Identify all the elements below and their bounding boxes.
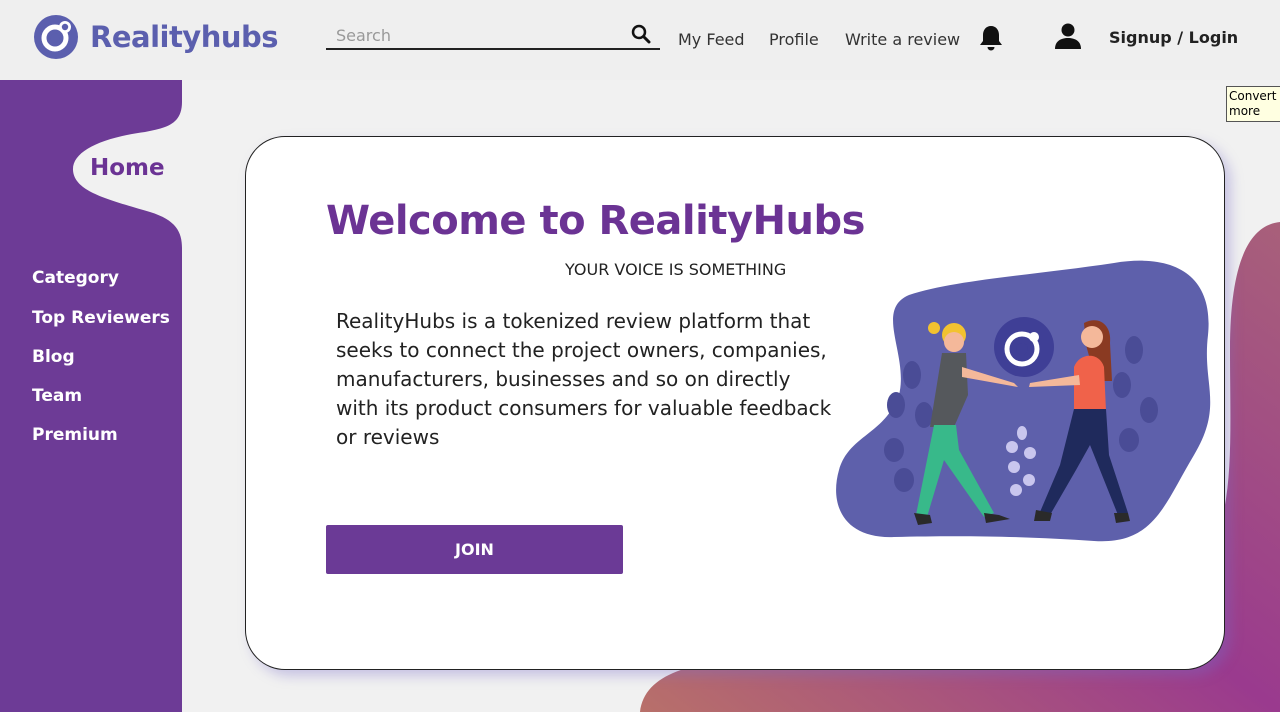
handshake-illustration (836, 260, 1211, 542)
tagline: YOUR VOICE IS SOMETHING (565, 260, 787, 279)
top-header: Realityhubs My Feed Profile Write a revi… (0, 0, 1280, 80)
tooltip-line-2: more (1229, 104, 1261, 118)
search-bar (326, 24, 660, 50)
page-title: Welcome to RealityHubs (326, 198, 865, 244)
nav-profile[interactable]: Profile (769, 30, 819, 49)
sidebar-item-blog[interactable]: Blog (32, 347, 75, 367)
user-icon[interactable] (1054, 22, 1082, 50)
nav-write-review[interactable]: Write a review (845, 30, 960, 49)
logo-icon (34, 15, 78, 59)
sidebar-item-category[interactable]: Category (32, 268, 119, 288)
search-input[interactable] (336, 26, 626, 45)
description: RealityHubs is a tokenized review platfo… (336, 309, 832, 449)
sidebar-item-team[interactable]: Team (32, 386, 82, 406)
sidebar-item-home[interactable]: Home (90, 155, 165, 181)
tooltip: Convert a more (1226, 86, 1280, 122)
nav-my-feed[interactable]: My Feed (678, 30, 745, 49)
sidebar-item-top-reviewers[interactable]: Top Reviewers (32, 308, 170, 328)
join-button[interactable]: JOIN (326, 525, 623, 574)
sidebar-item-premium[interactable]: Premium (32, 425, 118, 445)
tooltip-line-1: Convert a (1229, 89, 1280, 103)
search-icon[interactable] (631, 24, 651, 44)
signup-login-link[interactable]: Signup / Login (1109, 28, 1238, 47)
brand-name: Realityhubs (90, 20, 279, 54)
logo[interactable]: Realityhubs (33, 14, 279, 60)
bell-icon[interactable] (977, 24, 1005, 52)
